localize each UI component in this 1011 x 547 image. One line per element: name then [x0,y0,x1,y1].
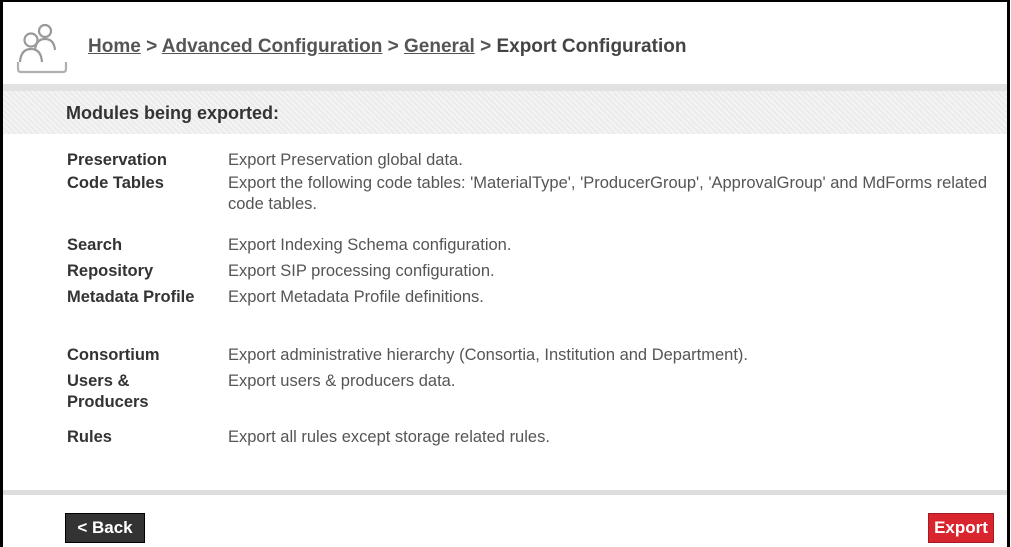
breadcrumb-home-link[interactable]: Home [88,36,141,57]
module-name: Consortium [67,346,160,364]
module-row-users-producers: Users & Producers Export users & produce… [66,371,1006,427]
module-description: Export the following code tables: 'Mater… [228,174,988,213]
breadcrumb-advanced-configuration-link[interactable]: Advanced Configuration [162,36,383,57]
module-row-repository: Repository Export SIP processing configu… [66,261,1006,287]
breadcrumb-current-page: Export Configuration [496,36,687,57]
module-name: Search [67,236,123,254]
module-description: Export Metadata Profile definitions. [228,288,484,306]
header-divider [3,84,1007,91]
section-title: Modules being exported: [66,103,280,123]
module-row-metadata-profile: Metadata Profile Export Metadata Profile… [66,287,1006,345]
module-description: Export SIP processing configuration. [228,262,495,280]
module-description: Export administrative hierarchy (Consort… [228,346,748,364]
users-icon [16,23,68,74]
module-name: Repository [67,262,154,280]
breadcrumb-separator: > [387,36,405,57]
module-description: Export all rules except storage related … [228,428,550,446]
back-button[interactable]: < Back [65,513,145,543]
breadcrumb: Home > Advanced Configuration > General … [88,36,686,58]
module-row-rules: Rules Export all rules except storage re… [66,427,1006,451]
export-button[interactable]: Export [928,513,994,543]
footer-divider [3,490,1007,495]
module-row-preservation: Preservation Export Preservation global … [66,150,1006,171]
module-row-code-tables: Code Tables Export the following code ta… [66,173,1006,235]
module-name: Preservation [67,151,167,169]
module-row-search: Search Export Indexing Schema configurat… [66,235,1006,261]
module-name: Code Tables [67,174,164,192]
module-list: Preservation Export Preservation global … [66,150,1006,451]
module-description: Export Indexing Schema configuration. [228,236,512,254]
breadcrumb-general-link[interactable]: General [404,36,475,57]
module-name: Rules [67,428,112,446]
page-header: Home > Advanced Configuration > General … [3,2,1007,86]
breadcrumb-separator: > [146,36,162,57]
breadcrumb-separator: > [480,36,497,57]
frame-border-right [1007,0,1010,547]
module-name: Metadata Profile [67,288,195,306]
module-row-consortium: Consortium Export administrative hierarc… [66,345,1006,371]
page-frame: Home > Advanced Configuration > General … [0,0,1011,547]
module-description: Export Preservation global data. [228,151,463,169]
module-name: Users & Producers [67,372,149,411]
module-description: Export users & producers data. [228,372,456,390]
